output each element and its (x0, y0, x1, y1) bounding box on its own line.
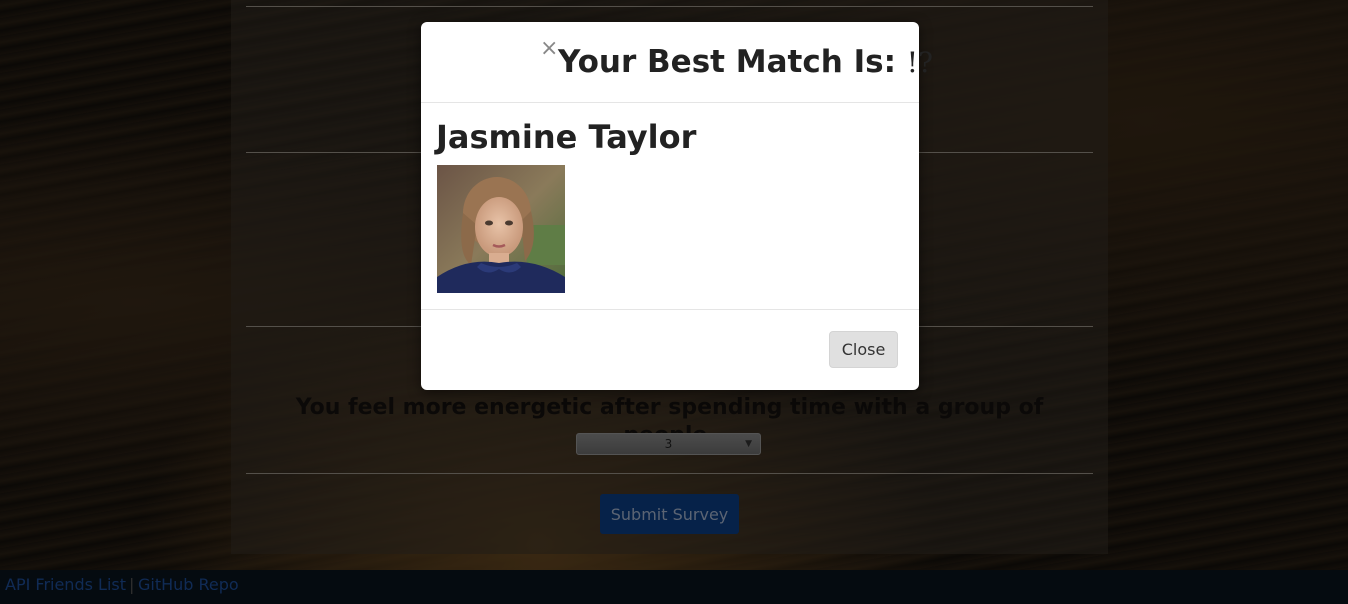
close-button[interactable]: Close (829, 331, 898, 368)
modal-footer-divider (421, 309, 919, 310)
match-photo (437, 165, 565, 293)
close-icon[interactable]: × (540, 38, 558, 60)
modal-title: Your Best Match Is: !? (558, 42, 933, 83)
modal-title-mark: !? (906, 46, 934, 79)
modal-header: × Your Best Match Is: !? (421, 22, 933, 103)
match-name: Jasmine Taylor (436, 118, 697, 156)
match-modal: × Your Best Match Is: !? Jasmine Taylor (421, 22, 933, 390)
modal-title-text: Your Best Match Is: (558, 44, 896, 80)
